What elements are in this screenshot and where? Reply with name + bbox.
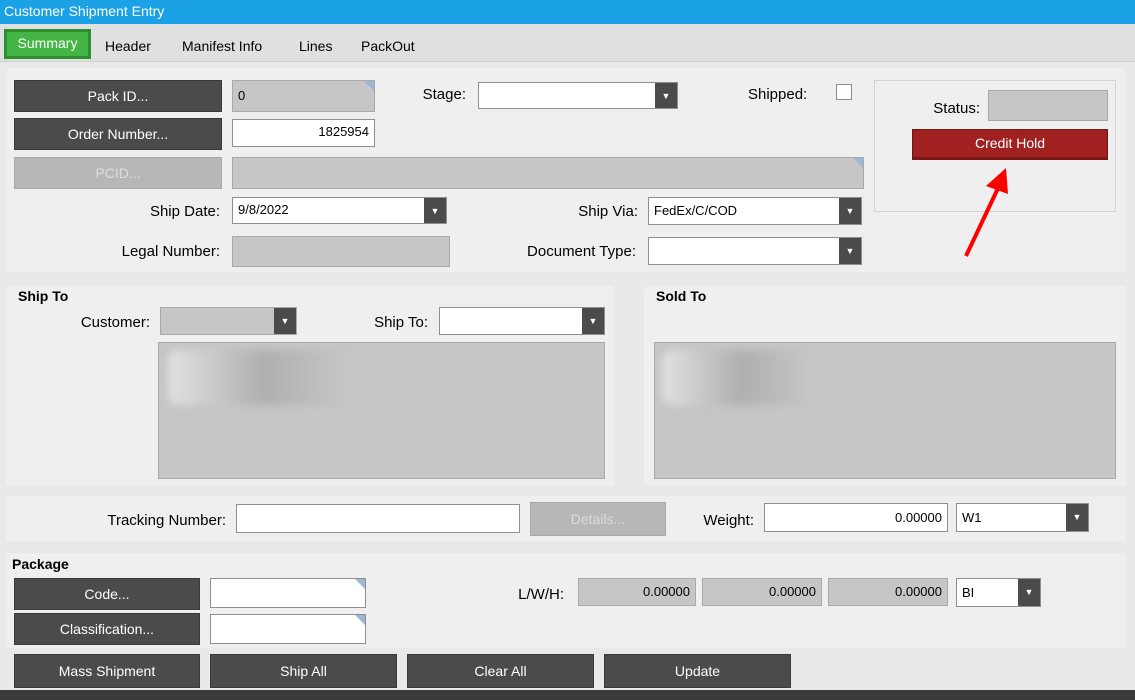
ship-via-value: FedEx/C/COD bbox=[654, 203, 738, 218]
bottom-bar bbox=[0, 690, 1135, 700]
tab-summary[interactable]: Summary bbox=[4, 29, 91, 59]
weight-unit-value: W1 bbox=[962, 510, 982, 525]
chevron-down-icon[interactable]: ▼ bbox=[1018, 579, 1040, 606]
tab-manifest-info[interactable]: Manifest Info bbox=[182, 37, 262, 55]
customer-label: Customer: bbox=[80, 314, 150, 331]
annotation-arrow-icon bbox=[964, 168, 1008, 257]
chevron-down-icon[interactable]: ▼ bbox=[839, 198, 861, 224]
dim-unit-select[interactable]: BI ▼ bbox=[956, 578, 1041, 607]
dim-unit-value: BI bbox=[962, 585, 975, 600]
ship-via-label: Ship Via: bbox=[578, 203, 638, 220]
credit-hold-button[interactable]: Credit Hold bbox=[912, 129, 1108, 160]
status-label: Status: bbox=[933, 100, 980, 117]
classification-button[interactable]: Classification... bbox=[14, 613, 200, 645]
customer-select[interactable]: ▼ bbox=[160, 307, 297, 335]
chevron-down-icon[interactable]: ▼ bbox=[274, 308, 296, 334]
order-number-field[interactable]: 1825954 bbox=[232, 119, 375, 147]
tab-packout[interactable]: PackOut bbox=[361, 37, 415, 55]
tab-header[interactable]: Header bbox=[105, 37, 151, 55]
weight-label: Weight: bbox=[703, 512, 754, 529]
length-field[interactable]: 0.00000 bbox=[578, 578, 696, 606]
chevron-down-icon[interactable]: ▼ bbox=[1066, 504, 1088, 531]
tab-strip: Summary Header Manifest Info Lines PackO… bbox=[0, 24, 1135, 62]
width-field[interactable]: 0.00000 bbox=[702, 578, 822, 606]
document-type-label: Document Type: bbox=[527, 243, 636, 260]
weight-field[interactable]: 0.00000 bbox=[764, 503, 948, 532]
tracking-number-label: Tracking Number: bbox=[107, 512, 226, 529]
ship-via-select[interactable]: FedEx/C/COD ▼ bbox=[648, 197, 862, 225]
status-field bbox=[988, 90, 1108, 121]
ship-date-field[interactable]: 9/8/2022 ▼ bbox=[232, 197, 447, 224]
lwh-label: L/W/H: bbox=[518, 586, 564, 603]
weight-unit-select[interactable]: W1 ▼ bbox=[956, 503, 1089, 532]
classification-field[interactable] bbox=[210, 614, 366, 644]
chevron-down-icon[interactable]: ▼ bbox=[424, 198, 446, 223]
chevron-down-icon[interactable]: ▼ bbox=[839, 238, 861, 264]
chevron-down-icon[interactable]: ▼ bbox=[582, 308, 604, 334]
ship-date-value: 9/8/2022 bbox=[238, 202, 289, 217]
pcid-field[interactable] bbox=[232, 157, 864, 189]
sold-to-title: Sold To bbox=[656, 288, 707, 304]
document-type-select[interactable]: ▼ bbox=[648, 237, 862, 265]
legal-number-label: Legal Number: bbox=[121, 243, 220, 260]
ship-to-select[interactable]: ▼ bbox=[439, 307, 605, 335]
mass-shipment-button[interactable]: Mass Shipment bbox=[14, 654, 200, 688]
order-number-button[interactable]: Order Number... bbox=[14, 118, 222, 150]
package-title: Package bbox=[12, 556, 69, 572]
update-button[interactable]: Update bbox=[604, 654, 791, 688]
pack-id-button[interactable]: Pack ID... bbox=[14, 80, 222, 112]
code-button[interactable]: Code... bbox=[14, 578, 200, 610]
pcid-button: PCID... bbox=[14, 157, 222, 189]
shipped-checkbox[interactable] bbox=[836, 84, 852, 100]
height-field[interactable]: 0.00000 bbox=[828, 578, 948, 606]
ship-to-title: Ship To bbox=[18, 288, 69, 304]
stage-label: Stage: bbox=[422, 86, 466, 103]
ship-to-label: Ship To: bbox=[374, 314, 428, 331]
stage-select[interactable]: ▼ bbox=[478, 82, 678, 109]
redacted-address bbox=[168, 350, 360, 405]
ship-all-button[interactable]: Ship All bbox=[210, 654, 397, 688]
redacted-address bbox=[662, 350, 820, 405]
legal-number-field bbox=[232, 236, 450, 267]
ship-date-label: Ship Date: bbox=[149, 203, 220, 220]
shipped-label: Shipped: bbox=[748, 86, 808, 103]
tracking-number-field[interactable] bbox=[236, 504, 520, 533]
window-title: Customer Shipment Entry bbox=[0, 0, 1135, 24]
clear-all-button[interactable]: Clear All bbox=[407, 654, 594, 688]
chevron-down-icon[interactable]: ▼ bbox=[655, 83, 677, 108]
tab-lines[interactable]: Lines bbox=[299, 37, 332, 55]
code-field[interactable] bbox=[210, 578, 366, 608]
details-button: Details... bbox=[530, 502, 666, 536]
pack-id-field[interactable]: 0 bbox=[232, 80, 375, 112]
